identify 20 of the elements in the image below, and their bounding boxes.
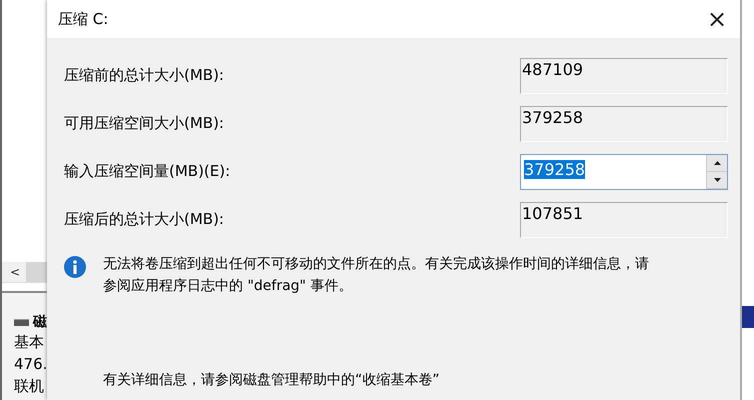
- field-label: 压缩前的总计大小(MB):: [64, 65, 225, 86]
- disk-info: 联机: [14, 376, 45, 397]
- disk-info: 基本: [14, 332, 45, 353]
- field-label: 压缩后的总计大小(MB):: [64, 209, 225, 230]
- scroll-thumb[interactable]: [26, 262, 47, 282]
- horizontal-scrollbar[interactable]: <: [2, 262, 47, 283]
- readonly-field: 379258: [520, 106, 728, 142]
- readonly-field: 487109: [520, 58, 728, 94]
- field-label: 输入压缩空间量(MB)(E):: [64, 161, 232, 182]
- readonly-field: 107851: [520, 202, 728, 238]
- info-icon: [64, 256, 86, 278]
- field-label: 可用压缩空间大小(MB):: [64, 113, 225, 134]
- help-text: 有关详细信息，请参阅磁盘管理帮助中的“收缩基本卷”: [103, 371, 441, 389]
- selected-partition-bar: [742, 306, 754, 328]
- info-message: 无法将卷压缩到超出任何不可移动的文件所在的点。有关完成该操作时间的详细信息，请 参阅应用程序日志中的 "defrag" 事件。: [103, 255, 649, 296]
- disk-info: 476.: [14, 354, 47, 375]
- scroll-left-button[interactable]: <: [2, 262, 26, 282]
- disk-label: 磁: [33, 313, 47, 332]
- close-button[interactable]: ×: [694, 0, 740, 38]
- dialog-title: 压缩 C:: [58, 10, 108, 28]
